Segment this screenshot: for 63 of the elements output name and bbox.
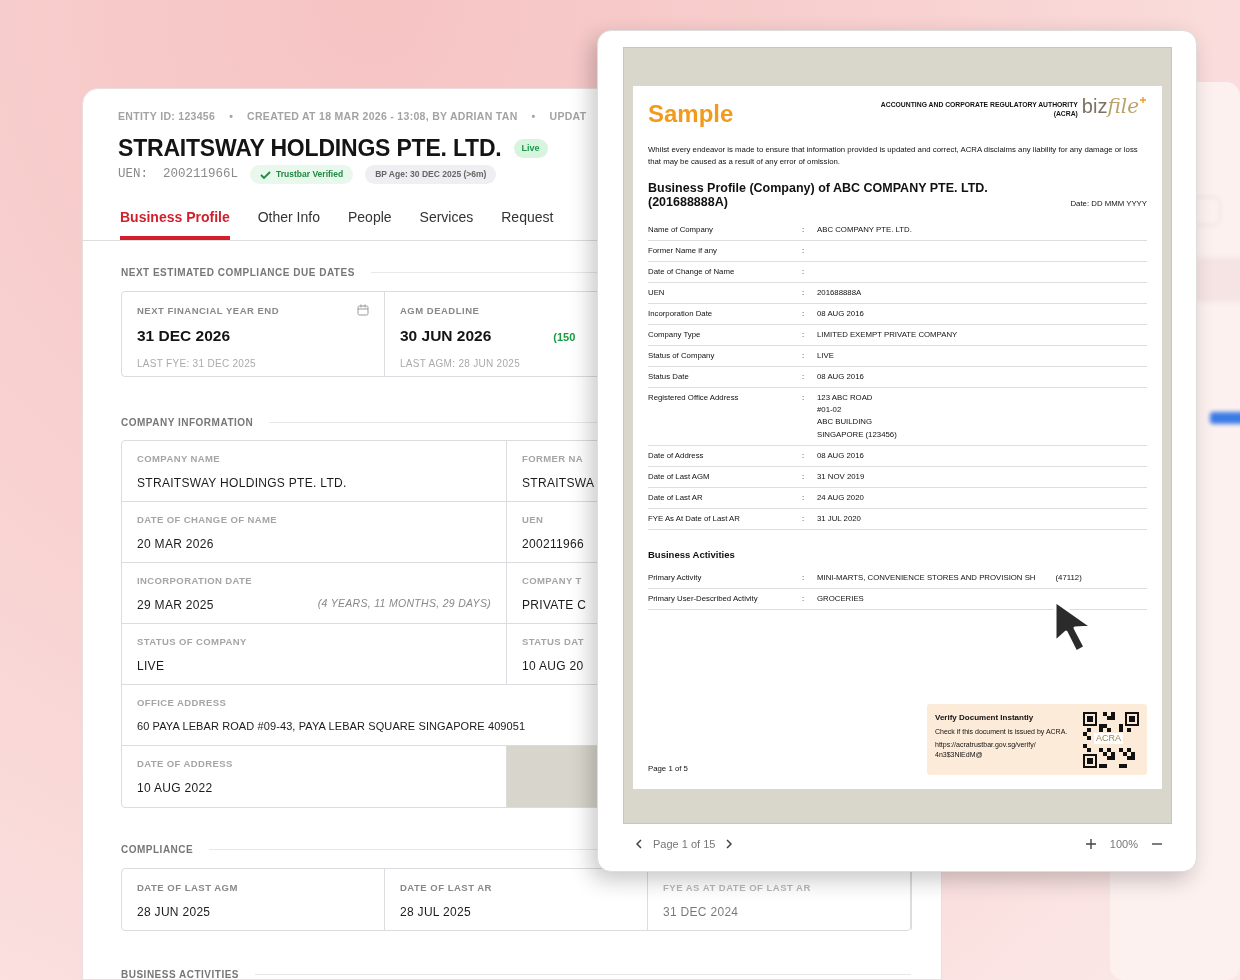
field-value: 30 JUN 2026 (400, 326, 492, 347)
entity-meta-text: CREATED AT 18 MAR 2026 - 13:08, BY ADRIAN TAN (247, 109, 518, 124)
field-label: DATE OF CHANGE OF NAME (137, 513, 278, 528)
field-label: DATE OF LAST AGM (137, 881, 239, 896)
field-label: DATE OF ADDRESS (137, 757, 233, 772)
sample-watermark-text: Sample (648, 99, 734, 129)
separator-dot: • (531, 109, 536, 124)
verify-title: Verify Document Instantly (935, 712, 1035, 724)
field-label: FYE AS AT DATE OF LAST AR (663, 881, 812, 896)
company-title: STRAITSWAY HOLDINGS PTE. LTD. (118, 134, 502, 163)
field-value: 29 MAR 2025 (137, 597, 214, 615)
section-heading: BUSINESS ACTIVITIES (121, 967, 911, 979)
tab[interactable]: Business Profile (120, 206, 230, 241)
field-label: AGM DEADLINE (400, 304, 480, 319)
field-value: 28 JUN 2025 (137, 904, 211, 922)
duration-note: (4 YEARS, 11 MONTHS, 29 DAYS) (317, 596, 491, 612)
tab[interactable]: Services (419, 206, 474, 241)
field-value: STRAITSWAY HOLDINGS PTE. LTD. (137, 475, 347, 493)
qr-label: ACRA (1094, 733, 1123, 744)
field-label: DATE OF LAST AR (400, 881, 493, 896)
document-title: Business Profile (Company) of ABC COMPANY PTE. LTD. (201688888A) (648, 180, 989, 210)
verified-badge: Trustbar Verified (250, 165, 354, 185)
field-value: 200211966 (522, 536, 584, 554)
field-value: PRIVATE C (522, 597, 587, 615)
field-value: 31 DEC 2026 (137, 326, 231, 347)
field-label: NEXT FINANCIAL YEAR END (137, 304, 280, 319)
zoom-level: 100% (1109, 836, 1138, 852)
field-label: COMPANY T (522, 574, 582, 589)
field-value: LIVE (137, 658, 165, 676)
field-subtext: LAST FYE: 31 DEC 2025 (137, 356, 257, 371)
plus-icon (1139, 96, 1147, 104)
zoom-in-icon[interactable] (1085, 839, 1096, 849)
tab[interactable]: Other Info (257, 206, 320, 241)
tab[interactable]: People (347, 206, 392, 241)
field-value: 31 DEC 2024 (663, 904, 739, 922)
field-label: FORMER NA (522, 452, 584, 467)
page-indicator: Page 1 of 15 (653, 836, 716, 852)
field-value: 10 AUG 2022 (137, 780, 213, 798)
section-heading: Business Activities (648, 547, 736, 562)
field-label: COMPANY NAME (137, 452, 221, 467)
days-remaining-text: (150 (553, 330, 576, 346)
field-value: 28 JUL 2025 (400, 904, 471, 922)
chevron-right-icon[interactable] (725, 839, 734, 849)
field-subtext: LAST AGM: 28 JUN 2025 (400, 356, 522, 371)
uen-text: UEN: 200211966L (118, 166, 239, 184)
field-label: UEN (522, 513, 544, 528)
bizfile-logo: bizfile (1081, 96, 1147, 116)
field-value: STRAITSWA (522, 475, 595, 493)
status-badge: Live (513, 138, 548, 159)
bp-age-badge: BP Age: 30 DEC 2025 (>6m) (365, 165, 497, 185)
field-label: STATUS OF COMPANY (137, 635, 247, 650)
field-value: 10 AUG 20 (522, 658, 584, 676)
entity-meta-text: ENTITY ID: 123456 (118, 109, 216, 124)
field-label: OFFICE ADDRESS (137, 696, 227, 711)
field-label: INCORPORATION DATE (137, 574, 253, 589)
field-value: 60 PAYA LEBAR ROAD #09-43, PAYA LEBAR SQUARE SINGAPORE 409051 (137, 719, 526, 735)
field-label: STATUS DAT (522, 635, 585, 650)
separator-dot: • (229, 109, 234, 124)
check-icon (260, 169, 272, 180)
chevron-left-icon[interactable] (635, 839, 643, 849)
field-value: 20 MAR 2026 (137, 536, 214, 554)
entity-meta-text: UPDAT (549, 109, 587, 124)
tab[interactable]: Request (501, 206, 554, 241)
